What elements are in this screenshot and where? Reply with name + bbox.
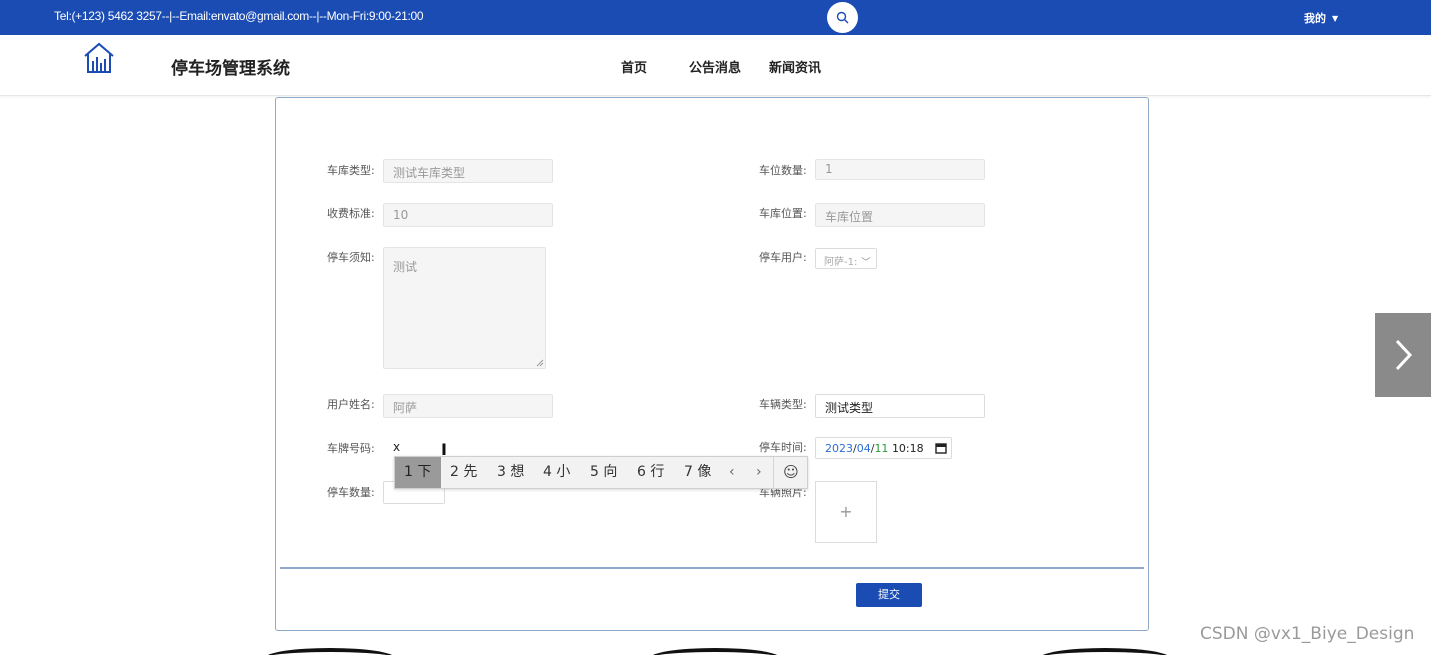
watermark-text: CSDN @vx1_Biye_Design [1200,624,1415,644]
form-divider [280,567,1144,569]
date-time: 10:18 [891,442,924,455]
ime-candidate[interactable]: 3 想 [497,457,524,488]
caret-down-icon: ▼ [1332,14,1339,23]
parking-notice-textarea[interactable]: 测试 [383,247,546,369]
fee-standard-field[interactable]: 10 [383,203,553,227]
nav-announcements[interactable]: 公告消息 [689,57,741,76]
garage-type-field[interactable]: 测试车库类型 [383,159,553,183]
user-name-label: 用户姓名: [327,398,375,411]
spot-count-field[interactable]: 1 [815,159,985,180]
calendar-icon[interactable] [935,442,947,454]
carousel-next-button[interactable] [1375,313,1431,397]
ime-candidate[interactable]: 1 下 [395,457,441,488]
garage-location-field[interactable]: 车库位置 [815,203,985,227]
vehicle-type-field[interactable]: 测试类型 [815,394,985,418]
decorative-wave [650,648,780,655]
user-name-field[interactable]: 阿萨 [383,394,553,418]
search-icon [836,11,849,24]
ime-candidate[interactable]: 6 行 [637,457,664,488]
decorative-wave [1040,648,1170,655]
date-month: 04 [856,442,871,455]
ime-candidate[interactable]: 7 像 [684,457,711,488]
site-header: 停车场管理系统 首页 公告消息 新闻资讯 [0,35,1431,96]
parking-user-value: 阿萨-1: [824,257,858,268]
date-day: 11 [874,442,889,455]
text-cursor-icon: I [441,440,447,459]
photo-upload-button[interactable]: + [815,481,877,543]
search-button[interactable] [827,2,858,33]
chevron-right-icon [1395,339,1413,371]
nav-home[interactable]: 首页 [621,57,647,76]
chevron-down-icon: ﹀ [861,258,871,268]
parking-user-label: 停车用户: [759,251,807,264]
plate-number-input[interactable]: x [393,440,400,454]
logo-building-icon[interactable] [83,41,115,75]
decorative-wave [265,648,395,655]
date-year: 2023 [825,442,853,455]
ime-candidate[interactable]: 4 小 [543,457,570,488]
fee-standard-label: 收费标准: [327,207,375,220]
parking-form-card: 车库类型: 测试车库类型 收费标准: 10 停车须知: 测试 用户姓名: 阿萨 … [275,97,1149,631]
plus-icon: + [839,502,853,521]
ime-candidate[interactable]: 2 先 [450,457,477,488]
top-bar: Tel:(+123) 5462 3257--|--Email:envato@gm… [0,0,1431,35]
contact-info: Tel:(+123) 5462 3257--|--Email:envato@gm… [54,9,424,23]
user-menu[interactable]: 我的 ▼ [1304,10,1338,26]
parking-time-label: 停车时间: [759,441,807,454]
nav-news[interactable]: 新闻资讯 [769,57,821,76]
parking-notice-label: 停车须知: [327,251,375,264]
vehicle-type-label: 车辆类型: [759,398,807,411]
ime-prev-page-icon[interactable]: ‹ [729,457,735,488]
parking-time-input[interactable]: 2023/04/11 10:18 [815,437,952,459]
spot-count-label: 车位数量: [759,164,807,177]
ime-emoji-icon[interactable]: ☺ [773,457,808,488]
ime-candidate-bar: 1 下 2 先 3 想 4 小 5 向 6 行 7 像 ‹ › ☺ [394,456,808,489]
parking-notice-text: 测试 [393,260,418,274]
ime-candidate[interactable]: 5 向 [590,457,617,488]
site-title: 停车场管理系统 [171,59,290,79]
garage-type-label: 车库类型: [327,164,375,177]
garage-location-label: 车库位置: [759,207,807,220]
resize-grip-icon[interactable] [536,359,544,367]
submit-button[interactable]: 提交 [856,583,922,607]
ime-next-page-icon[interactable]: › [756,457,762,488]
plate-number-label: 车牌号码: [327,442,375,455]
parking-quantity-label: 停车数量: [327,486,375,499]
parking-user-select[interactable]: 阿萨-1: ﹀ [815,248,877,269]
user-menu-label: 我的 [1304,12,1326,25]
